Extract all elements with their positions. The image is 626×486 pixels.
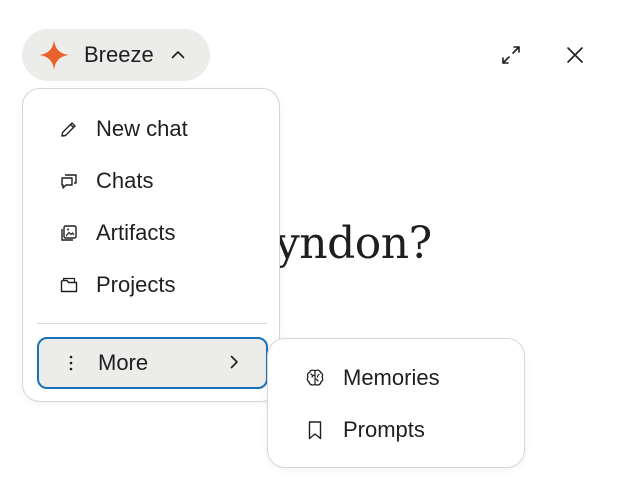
- vertical-dots-icon: [69, 355, 73, 371]
- bookmark-icon: [308, 421, 322, 440]
- menu-item-more[interactable]: More: [37, 337, 268, 389]
- menu-item-chats[interactable]: Chats: [37, 158, 265, 204]
- expand-icon[interactable]: [499, 43, 523, 67]
- more-submenu: Memories Prompts: [267, 338, 525, 468]
- chevron-up-icon: [171, 51, 185, 59]
- pencil-icon: [61, 122, 76, 137]
- menu-item-projects[interactable]: Projects: [37, 262, 265, 308]
- folder-icon: [60, 277, 78, 293]
- close-icon[interactable]: [563, 43, 587, 67]
- menu-item-label: Chats: [96, 168, 154, 193]
- submenu-item-label: Prompts: [343, 417, 425, 442]
- menu-divider: [37, 323, 267, 324]
- brand-menu-toggle[interactable]: Breeze: [22, 29, 210, 81]
- artifacts-icon: [61, 225, 77, 241]
- menu-item-new-chat[interactable]: New chat: [37, 106, 265, 152]
- menu-item-label: New chat: [96, 116, 188, 141]
- chevron-right-icon: [230, 355, 238, 369]
- menu-item-label: Artifacts: [96, 220, 176, 245]
- chat-bubbles-icon: [61, 174, 77, 189]
- submenu-item-label: Memories: [343, 365, 440, 390]
- brain-icon: [306, 369, 324, 386]
- brand-dropdown-menu: New chat Chats Artifacts Projects More: [22, 88, 280, 402]
- submenu-item-memories[interactable]: Memories: [282, 355, 510, 401]
- menu-item-label: Projects: [96, 272, 176, 297]
- submenu-item-prompts[interactable]: Prompts: [282, 407, 510, 453]
- sparkle-icon: [39, 40, 69, 70]
- brand-name: Breeze: [84, 42, 154, 67]
- menu-item-artifacts[interactable]: Artifacts: [37, 210, 265, 256]
- menu-item-label: More: [98, 350, 149, 375]
